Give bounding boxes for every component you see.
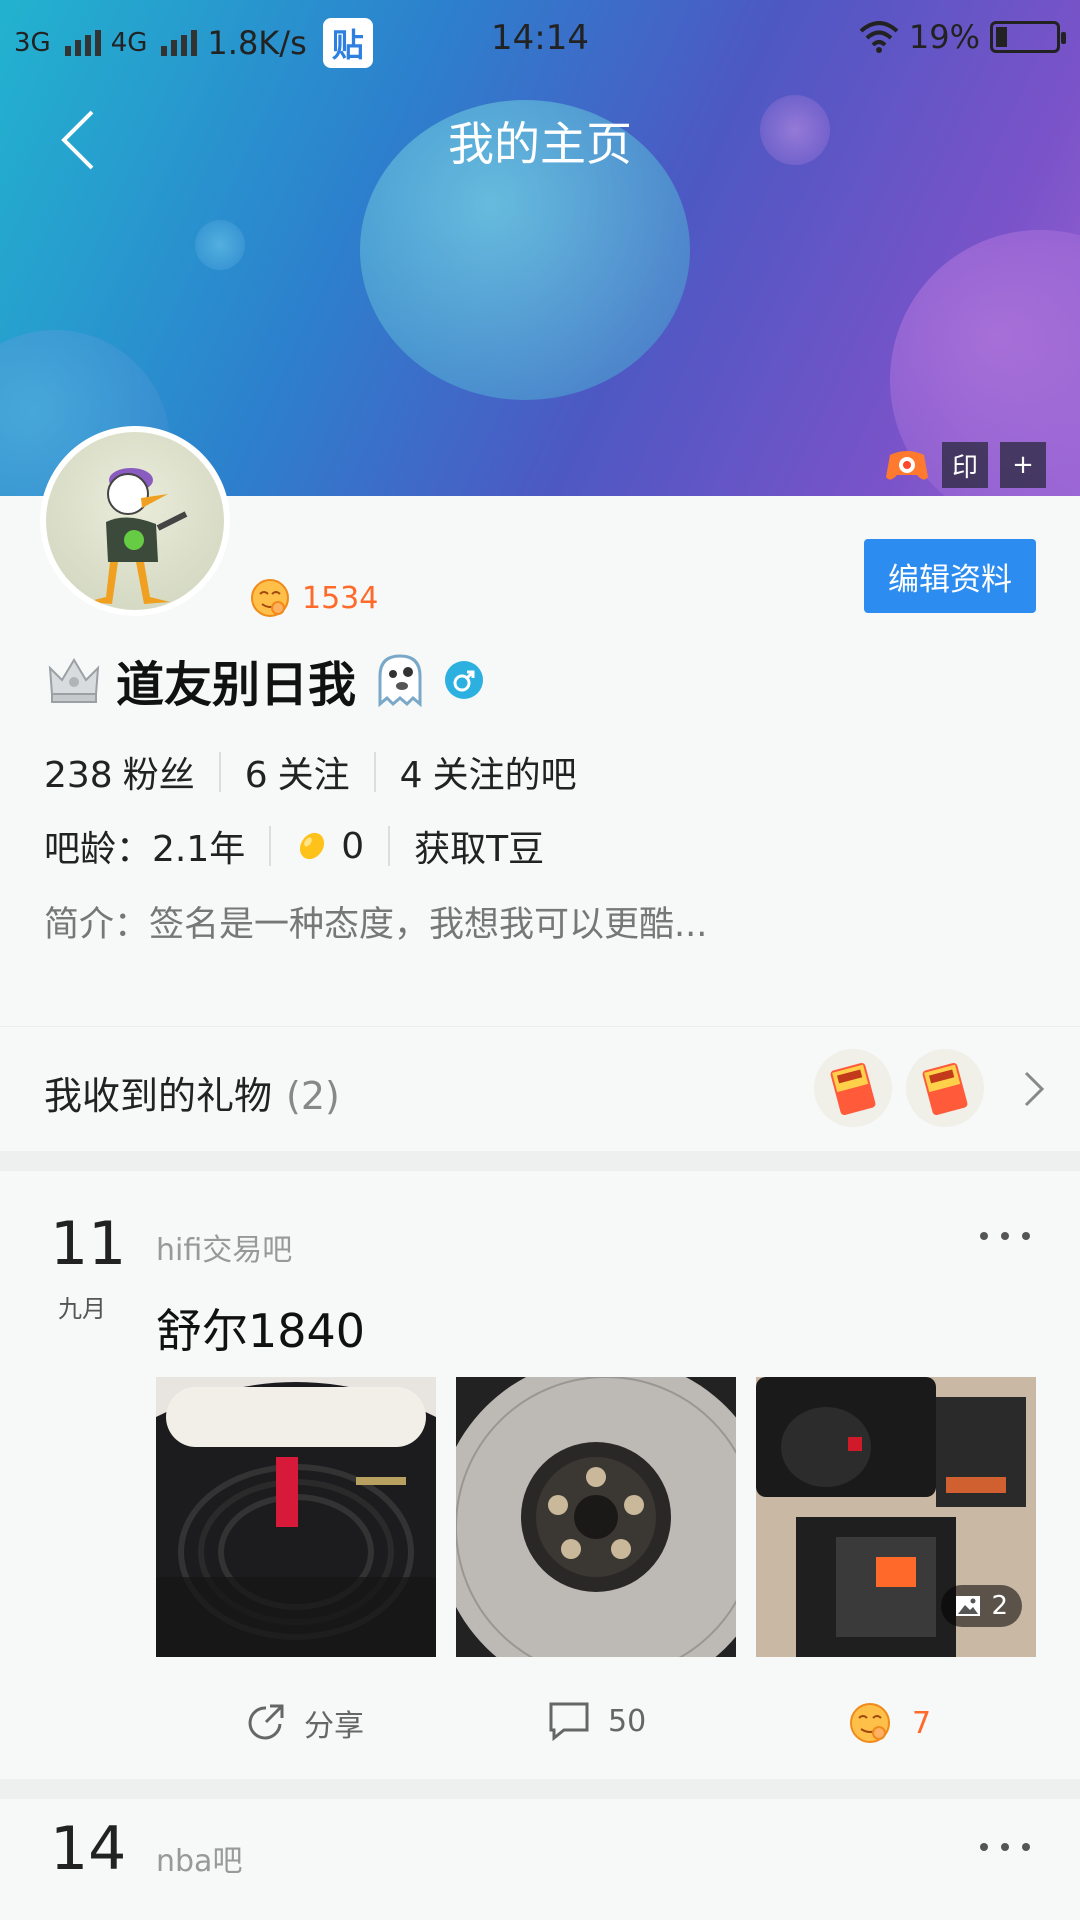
battery-icon [990, 21, 1066, 53]
crown-icon [48, 658, 100, 703]
comment-count: 50 [608, 1703, 647, 1739]
image-icon [956, 1596, 981, 1616]
followed-forums-stat[interactable]: 4 关注的吧 [400, 746, 577, 798]
section-gap [0, 1779, 1080, 1799]
like-count: 7 [912, 1705, 932, 1741]
share-icon [248, 1704, 284, 1740]
driver-closeup-photo [456, 1377, 736, 1657]
eraser-gift-icon [922, 1063, 968, 1115]
divider [269, 826, 272, 866]
chevron-right-icon [1024, 1071, 1045, 1107]
like-button[interactable]: 7 [846, 1701, 931, 1745]
banner-tools: 印 + [884, 442, 1046, 488]
section-gap [0, 1151, 1080, 1171]
post-day: 14 [50, 1814, 127, 1884]
post-image[interactable] [156, 1377, 436, 1657]
share-button[interactable]: 分享 [244, 1701, 364, 1745]
post-image[interactable] [456, 1377, 736, 1657]
comment-button[interactable]: 50 [548, 1701, 646, 1741]
gifts-count: (2) [286, 1074, 340, 1118]
status-bar: 3G 4G 1.8K/s 贴 14:14 19% [0, 0, 1080, 76]
divider [218, 752, 221, 792]
post-month: 九月 [58, 1295, 106, 1323]
ghost-emoji-icon [378, 654, 422, 708]
get-tdou-link[interactable]: 获取T豆 [414, 820, 544, 872]
avatar-image [86, 468, 188, 604]
profile-banner: 3G 4G 1.8K/s 贴 14:14 19% 我的主页 印 + [0, 0, 1080, 496]
post-image[interactable]: 2 [756, 1377, 1036, 1657]
forum-age: 吧龄：2.1年 [44, 829, 246, 870]
level-face-icon [251, 579, 289, 617]
more-options-icon[interactable] [980, 1221, 1030, 1251]
more-options-icon[interactable] [980, 1832, 1030, 1862]
game-button[interactable] [884, 442, 930, 488]
wifi-icon [859, 21, 899, 53]
username-row: 道友别日我 [46, 645, 484, 715]
gift-icons [814, 1049, 984, 1127]
post-day: 11 [50, 1209, 127, 1279]
profile-bio: 简介：签名是一种态度，我想我可以更酷... [44, 905, 708, 945]
post-images: 2 [156, 1377, 1036, 1657]
profile-stats: 238 粉丝 6 关注 4 关注的吧 [44, 746, 577, 798]
following-stat[interactable]: 6 关注 [245, 746, 350, 798]
eraser-gift-icon [830, 1063, 876, 1115]
avatar[interactable] [40, 426, 230, 616]
username: 道友别日我 [116, 657, 357, 713]
gender-male-icon [445, 661, 484, 699]
divider [373, 752, 376, 792]
headphones-cable-photo [156, 1377, 436, 1657]
divider [388, 826, 391, 866]
battery-percent: 19% [908, 18, 980, 56]
gift-item [906, 1049, 984, 1127]
gamepad-icon [886, 451, 928, 480]
like-face-icon [850, 1703, 890, 1743]
post-title[interactable]: 舒尔1840 [156, 1295, 365, 1361]
post-forum[interactable]: hifi交易吧 [156, 1225, 292, 1269]
gift-item [814, 1049, 892, 1127]
gifts-row[interactable]: 我收到的礼物 (2) [0, 1026, 1080, 1151]
post-card[interactable]: 11 九月 hifi交易吧 舒尔1840 2 分享 50 7 [0, 1171, 1080, 1779]
image-count-badge: 2 [941, 1585, 1022, 1627]
tdou-bean-icon [300, 832, 325, 860]
post-actions: 分享 50 7 [0, 1701, 1080, 1761]
comment-icon [549, 1702, 589, 1741]
profile-info: 吧龄：2.1年 0 获取T豆 [44, 820, 544, 872]
fans-stat[interactable]: 238 粉丝 [44, 746, 195, 798]
add-button[interactable]: + [1000, 442, 1046, 488]
tdou-count: 0 [341, 825, 365, 867]
decor-bubble [195, 220, 245, 270]
level-value: 1534 [302, 580, 379, 616]
post-card[interactable]: 14 nba吧 [0, 1800, 1080, 1920]
page-title: 我的主页 [448, 117, 632, 171]
post-forum[interactable]: nba吧 [156, 1836, 242, 1880]
user-level: 1534 [248, 578, 378, 618]
edit-profile-button[interactable]: 编辑资料 [864, 539, 1036, 613]
gifts-title: 我收到的礼物 (2) [44, 1074, 340, 1118]
seal-button[interactable]: 印 [942, 442, 988, 488]
